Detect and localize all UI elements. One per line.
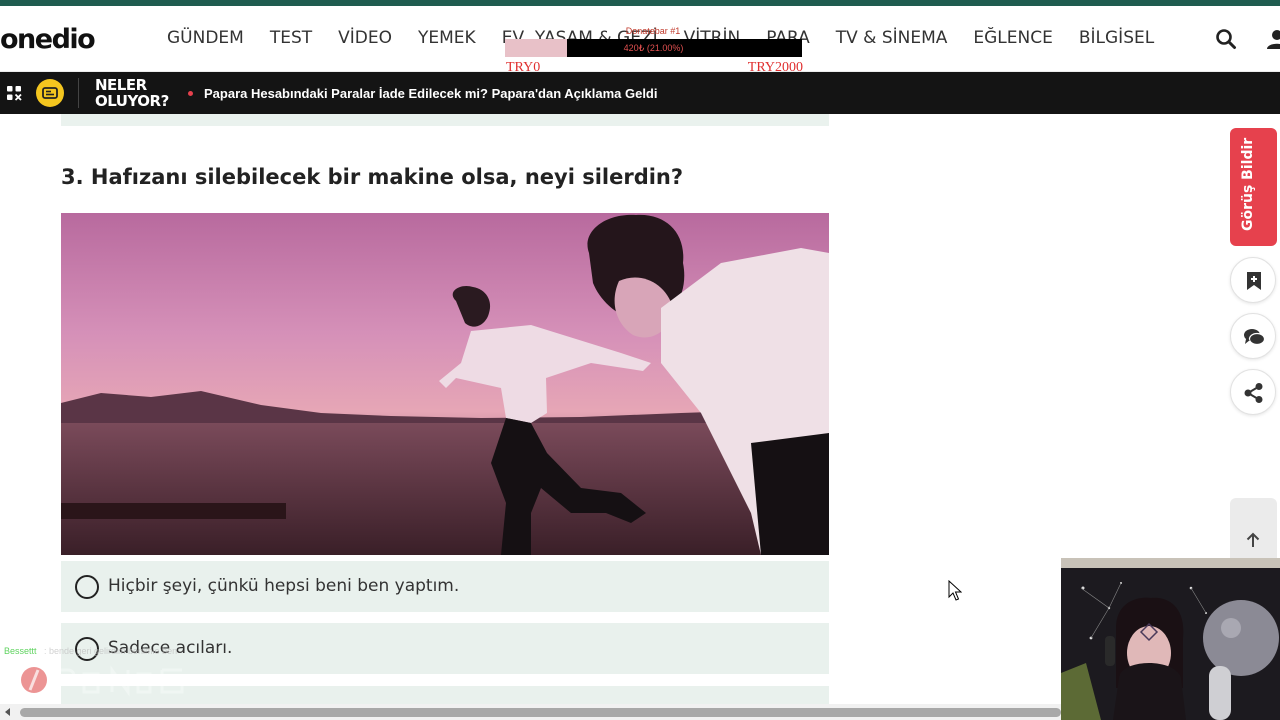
newsbar-headline[interactable]: Papara Hesabındaki Paralar İade Edilecek…: [204, 86, 658, 101]
site-logo[interactable]: onedio: [0, 24, 96, 55]
donation-progress-bar: 420₺ (21.00%): [505, 39, 802, 57]
scroll-left-icon[interactable]: [5, 708, 10, 716]
scroll-to-top-button[interactable]: [1230, 498, 1277, 560]
apps-grid-icon[interactable]: [6, 85, 22, 106]
newsbar-bullet: [188, 91, 193, 96]
question-image: [61, 213, 829, 555]
news-badge-icon: [36, 79, 64, 107]
newsbar-divider: [78, 78, 79, 108]
question-title: 3. Hafızanı silebilecek bir makine olsa,…: [61, 165, 684, 189]
nav-item-gundem[interactable]: GÜNDEM: [167, 28, 244, 48]
nav-item-test[interactable]: TEST: [270, 28, 312, 48]
answer-option-1[interactable]: Hiçbir şeyi, çünkü hepsi beni ben yaptım…: [61, 561, 829, 612]
scrollbar-thumb[interactable]: [20, 708, 1061, 717]
comments-icon: [1244, 329, 1265, 346]
stream-logo-icon: [20, 660, 210, 707]
share-icon: [1244, 383, 1263, 403]
radio-button[interactable]: [75, 575, 99, 599]
feedback-button[interactable]: Görüş Bildir: [1230, 128, 1277, 246]
search-icon[interactable]: [1215, 28, 1237, 50]
bookmark-button[interactable]: [1230, 257, 1276, 303]
nav-item-eglence[interactable]: EĞLENCE: [973, 28, 1052, 48]
bookmark-icon: [1247, 272, 1261, 290]
user-icon[interactable]: [1266, 28, 1280, 50]
answer-label: Hiçbir şeyi, çünkü hepsi beni ben yaptım…: [108, 576, 460, 596]
news-ticker-bar: NELER OLUYOR? Papara Hesabındaki Paralar…: [0, 72, 1280, 114]
arrow-up-icon: [1246, 532, 1260, 547]
nav-item-yemek[interactable]: YEMEK: [418, 28, 476, 48]
newsbar-title-line2: OLUYOR?: [95, 92, 169, 110]
comments-button[interactable]: [1230, 313, 1276, 359]
mouse-cursor-icon: [948, 579, 963, 607]
chat-message: : bende geri gelirdim benimle ben: [44, 646, 178, 656]
feedback-label: Görüş Bildir: [1240, 137, 1256, 231]
nav-item-bilgisel[interactable]: BİLGİSEL: [1079, 28, 1154, 48]
donation-title: Donatebar #1: [625, 26, 681, 36]
streamer-webcam: [1061, 558, 1280, 720]
newsbar-title-line1: NELER: [95, 76, 147, 94]
nav-item-tv-sinema[interactable]: TV & SİNEMA: [836, 28, 948, 48]
horizontal-scrollbar[interactable]: [0, 704, 1061, 720]
chat-username: Bessettt: [4, 646, 37, 656]
nav-item-video[interactable]: VİDEO: [338, 28, 392, 48]
donation-percent: 420₺ (21.00%): [623, 43, 684, 53]
share-button[interactable]: [1230, 369, 1276, 415]
newsbar-title: NELER OLUYOR?: [95, 77, 169, 109]
previous-answer-option[interactable]: [61, 114, 829, 126]
